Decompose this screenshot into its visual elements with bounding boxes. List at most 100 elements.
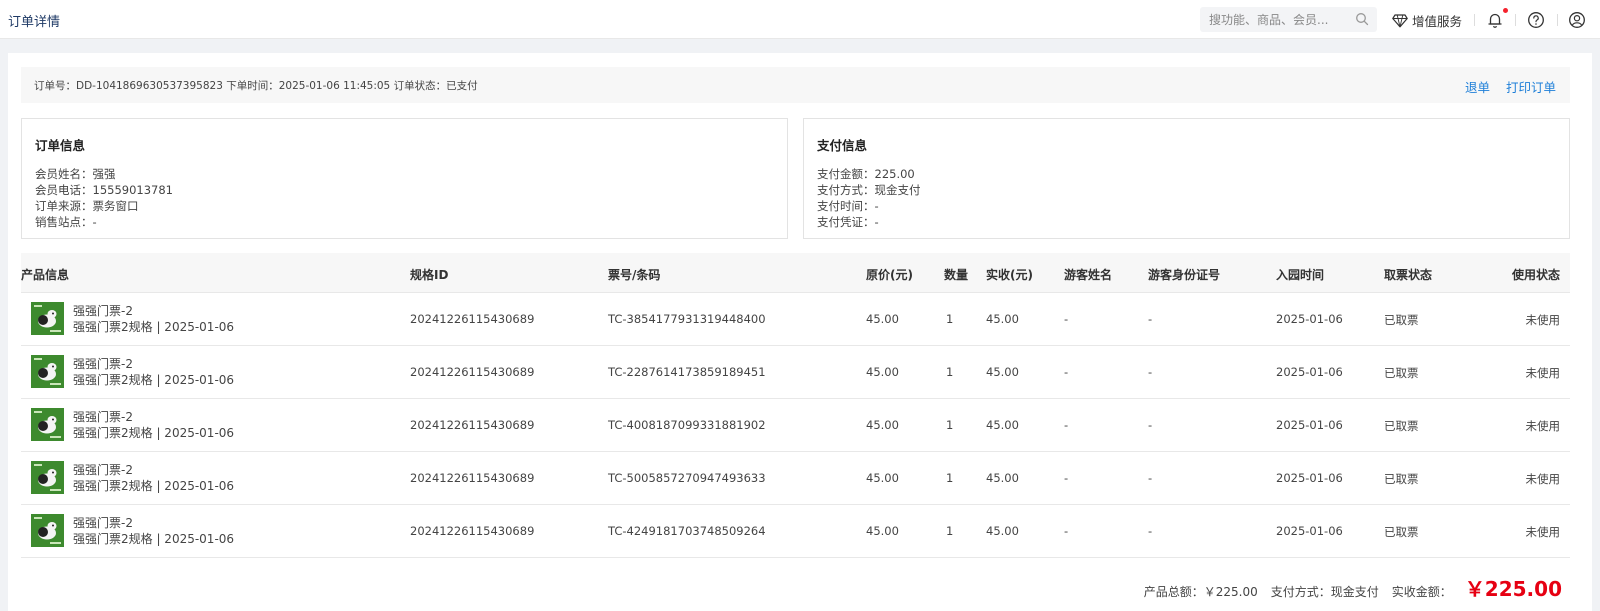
product-name-block: 强强门票-2 强强门票2规格 | 2025-01-06 <box>73 409 234 441</box>
product-name: 强强门票-2 <box>73 304 133 318</box>
th-paid: 实收(元) <box>986 268 1033 282</box>
product-spec: 强强门票2规格 | 2025-01-06 <box>73 373 235 387</box>
print-order-button[interactable]: 打印订单 <box>1506 77 1556 96</box>
cell-entry-time: 2025-01-06 <box>1276 312 1343 326</box>
notification-dot <box>1503 8 1508 13</box>
cell-visitor-name: - <box>1064 418 1069 432</box>
th-visitor-name: 游客姓名 <box>1064 268 1113 282</box>
bell-icon[interactable] <box>1485 10 1505 30</box>
cell-usage-status: 未使用 <box>1525 472 1561 486</box>
cell-spec-id: 20241226115430689 <box>410 524 535 538</box>
bird-image-icon <box>31 408 64 441</box>
th-original-price: 原价(元) <box>866 268 913 282</box>
global-search[interactable] <box>1200 7 1377 32</box>
bird-image-icon <box>31 514 64 547</box>
help-icon[interactable] <box>1526 10 1546 30</box>
table-row: 强强门票-2 强强门票2规格 | 2025-01-06 202412261154… <box>21 399 1570 452</box>
th-quantity: 数量 <box>944 268 969 282</box>
search-input[interactable] <box>1209 12 1349 27</box>
bird-image-icon <box>31 302 64 335</box>
value-added-service-label: 增值服务 <box>1412 14 1463 29</box>
divider <box>1474 14 1475 26</box>
cell-paid: 45.00 <box>986 365 1019 379</box>
member-name: 会员姓名：强强 <box>35 167 116 181</box>
order-total-summary: 产品总额：￥225.00 支付方式：现金支付 实收金额： ￥225.00 <box>1144 573 1562 602</box>
product-spec: 强强门票2规格 | 2025-01-06 <box>73 479 235 493</box>
th-ticket-code: 票号/条码 <box>608 268 661 282</box>
cell-quantity: 1 <box>946 418 954 432</box>
table-row: 强强门票-2 强强门票2规格 | 2025-01-06 202412261154… <box>21 452 1570 505</box>
received-amount-label: 实收金额： <box>1391 585 1452 599</box>
order-actions: 退单 打印订单 <box>1465 77 1556 96</box>
product-spec: 强强门票2规格 | 2025-01-06 <box>73 426 235 440</box>
member-phone: 会员电话：15559013781 <box>35 183 173 197</box>
diamond-icon <box>1392 13 1408 27</box>
cell-pickup-status: 已取票 <box>1384 472 1419 486</box>
user-icon[interactable] <box>1567 10 1587 30</box>
order-source: 订单来源：票务窗口 <box>35 199 139 213</box>
payment-amount: 支付金额：225.00 <box>817 167 915 181</box>
received-amount: ￥225.00 <box>1464 577 1562 601</box>
value-added-service-button[interactable]: 增值服务 <box>1392 11 1462 30</box>
product-spec: 强强门票2规格 | 2025-01-06 <box>73 320 235 334</box>
cell-original-price: 45.00 <box>866 471 899 485</box>
search-icon[interactable] <box>1355 12 1369 26</box>
product-thumbnail <box>31 408 64 441</box>
product-name-block: 强强门票-2 强强门票2规格 | 2025-01-06 <box>73 462 234 494</box>
cell-paid: 45.00 <box>986 418 1019 432</box>
cell-ticket-code: TC-5005857270947493633 <box>608 471 766 485</box>
product-name-block: 强强门票-2 强强门票2规格 | 2025-01-06 <box>73 303 234 335</box>
sales-site: 销售站点：- <box>35 215 97 229</box>
cell-usage-status: 未使用 <box>1525 366 1561 380</box>
table-row: 强强门票-2 强强门票2规格 | 2025-01-06 202412261154… <box>21 505 1570 558</box>
th-product-info: 产品信息 <box>21 268 70 282</box>
product-thumbnail <box>31 514 64 547</box>
cell-ticket-code: TC-3854177931319448400 <box>608 312 766 326</box>
top-bar: 订单详情 增值服务 <box>0 0 1600 39</box>
cell-visitor-name: - <box>1064 365 1069 379</box>
cell-pickup-status: 已取票 <box>1384 313 1419 327</box>
table-header: 产品信息 规格ID 票号/条码 原价(元) 数量 实收(元) 游客姓名 游客身份… <box>21 253 1570 293</box>
summary-pay-method: 支付方式：现金支付 <box>1270 585 1379 599</box>
payment-method: 支付方式：现金支付 <box>817 183 921 197</box>
cell-visitor-id: - <box>1148 365 1153 379</box>
cell-pickup-status: 已取票 <box>1384 419 1419 433</box>
cell-entry-time: 2025-01-06 <box>1276 471 1343 485</box>
product-name-block: 强强门票-2 强强门票2规格 | 2025-01-06 <box>73 356 234 388</box>
cell-spec-id: 20241226115430689 <box>410 418 535 432</box>
cell-original-price: 45.00 <box>866 312 899 326</box>
product-spec: 强强门票2规格 | 2025-01-06 <box>73 532 235 546</box>
cell-usage-status: 未使用 <box>1525 419 1561 433</box>
order-summary-bar: 订单号：DD-1041869630537395823 下单时间：2025-01-… <box>21 67 1570 103</box>
cell-visitor-name: - <box>1064 524 1069 538</box>
product-thumbnail <box>31 461 64 494</box>
th-usage-status: 使用状态 <box>1511 268 1560 282</box>
cell-original-price: 45.00 <box>866 418 899 432</box>
refund-button[interactable]: 退单 <box>1465 77 1490 96</box>
payment-voucher: 支付凭证：- <box>817 215 879 229</box>
order-info-panel: 订单信息 会员姓名：强强 会员电话：15559013781 订单来源：票务窗口 … <box>21 118 788 239</box>
cell-entry-time: 2025-01-06 <box>1276 524 1343 538</box>
product-name: 强强门票-2 <box>73 516 133 530</box>
cell-quantity: 1 <box>946 312 954 326</box>
payment-info-title: 支付信息 <box>817 138 868 153</box>
th-spec-id: 规格ID <box>410 268 449 282</box>
order-meta: 订单号：DD-1041869630537395823 下单时间：2025-01-… <box>34 80 478 92</box>
th-visitor-id: 游客身份证号 <box>1148 268 1221 282</box>
cell-ticket-code: TC-4249181703748509264 <box>608 524 766 538</box>
cell-ticket-code: TC-2287614173859189451 <box>608 365 766 379</box>
cell-entry-time: 2025-01-06 <box>1276 418 1343 432</box>
payment-info-panel: 支付信息 支付金额：225.00 支付方式：现金支付 支付时间：- 支付凭证：- <box>803 118 1570 239</box>
order-info-title: 订单信息 <box>35 138 86 153</box>
divider <box>1515 14 1516 26</box>
product-thumbnail <box>31 355 64 388</box>
cell-visitor-id: - <box>1148 312 1153 326</box>
cell-usage-status: 未使用 <box>1525 525 1561 539</box>
ticket-table: 产品信息 规格ID 票号/条码 原价(元) 数量 实收(元) 游客姓名 游客身份… <box>21 253 1570 558</box>
cell-visitor-id: - <box>1148 471 1153 485</box>
cell-spec-id: 20241226115430689 <box>410 365 535 379</box>
product-name: 强强门票-2 <box>73 410 133 424</box>
cell-quantity: 1 <box>946 471 954 485</box>
table-row: 强强门票-2 强强门票2规格 | 2025-01-06 202412261154… <box>21 293 1570 346</box>
bird-image-icon <box>31 355 64 388</box>
